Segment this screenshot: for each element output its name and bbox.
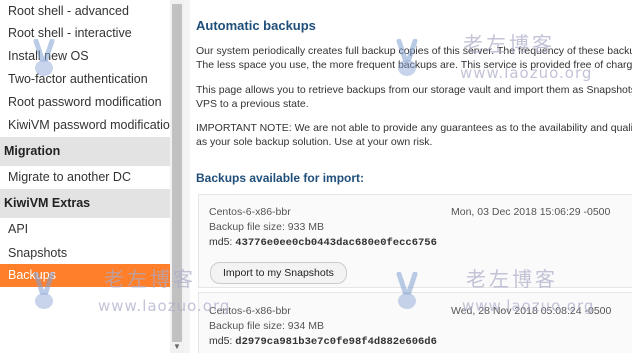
watermark-logo-icon — [396, 272, 418, 309]
md5-value: 43776e0ee0cb0443dac680e0fecc6756 — [235, 237, 437, 249]
scroll-down-arrow-icon[interactable]: ▼ — [172, 343, 182, 351]
watermark-text: 老左博客 — [466, 267, 558, 291]
sidebar-item-migrate-dc[interactable]: Migrate to another DC — [0, 166, 170, 189]
backup-date: Mon, 03 Dec 2018 15:06:29 -0500 — [451, 206, 611, 218]
paragraph-line: as your sole backup solution. Use at you… — [196, 136, 433, 148]
sidebar-item-two-factor-auth[interactable]: Two-factor authentication — [0, 68, 170, 91]
md5-value: d2979ca981b3e7c0fe98f4d882e606d6 — [235, 336, 437, 348]
backup-os: Centos-6-x86-bbr — [209, 206, 291, 218]
sidebar-item-kiwivm-password[interactable]: KiwiVM password modification — [0, 114, 170, 137]
backup-md5: md5: 43776e0ee0cb0443dac680e0fecc6756 — [209, 236, 437, 249]
paragraph-line: This page allows you to retrieve backups… — [196, 84, 632, 96]
watermark-url: www.laozuo.org — [462, 297, 595, 315]
watermark-url: www.laozuo.org — [98, 297, 231, 315]
md5-label: md5: — [209, 335, 233, 347]
sidebar-item-root-shell-advanced[interactable]: Root shell - advanced — [0, 0, 170, 23]
sidebar-header-migration: Migration — [0, 137, 170, 166]
backup-size: Backup file size: 933 MB — [209, 221, 324, 233]
backup-md5: md5: d2979ca981b3e7c0fe98f4d882e606d6 — [209, 335, 437, 348]
sidebar-item-snapshots[interactable]: Snapshots — [0, 242, 170, 265]
sidebar-header-kiwivm-extras: KiwiVM Extras — [0, 189, 170, 218]
paragraph-line: VPS to a previous state. — [196, 98, 309, 110]
watermark-logo-icon — [396, 39, 418, 76]
watermark-logo-icon — [33, 39, 55, 76]
watermark-text: 老左博客 — [463, 32, 555, 56]
sidebar-item-api[interactable]: API — [0, 218, 170, 241]
watermark-logo-icon — [33, 272, 55, 309]
md5-label: md5: — [209, 236, 233, 248]
sidebar-item-root-shell-interactive[interactable]: Root shell - interactive — [0, 22, 170, 45]
watermark-url: www.laozuo.org — [460, 64, 593, 82]
sidebar-item-install-new-os[interactable]: Install new OS — [0, 45, 170, 68]
backups-section-title: Backups available for import: — [196, 171, 365, 185]
watermark-text: 老左博客 — [104, 267, 196, 291]
backup-size: Backup file size: 934 MB — [209, 320, 324, 332]
sidebar-item-root-password[interactable]: Root password modification — [0, 91, 170, 114]
page-title: Automatic backups — [196, 18, 316, 33]
import-to-snapshots-button[interactable]: Import to my Snapshots — [210, 262, 347, 284]
paragraph-line: IMPORTANT NOTE: We are not able to provi… — [196, 122, 632, 134]
